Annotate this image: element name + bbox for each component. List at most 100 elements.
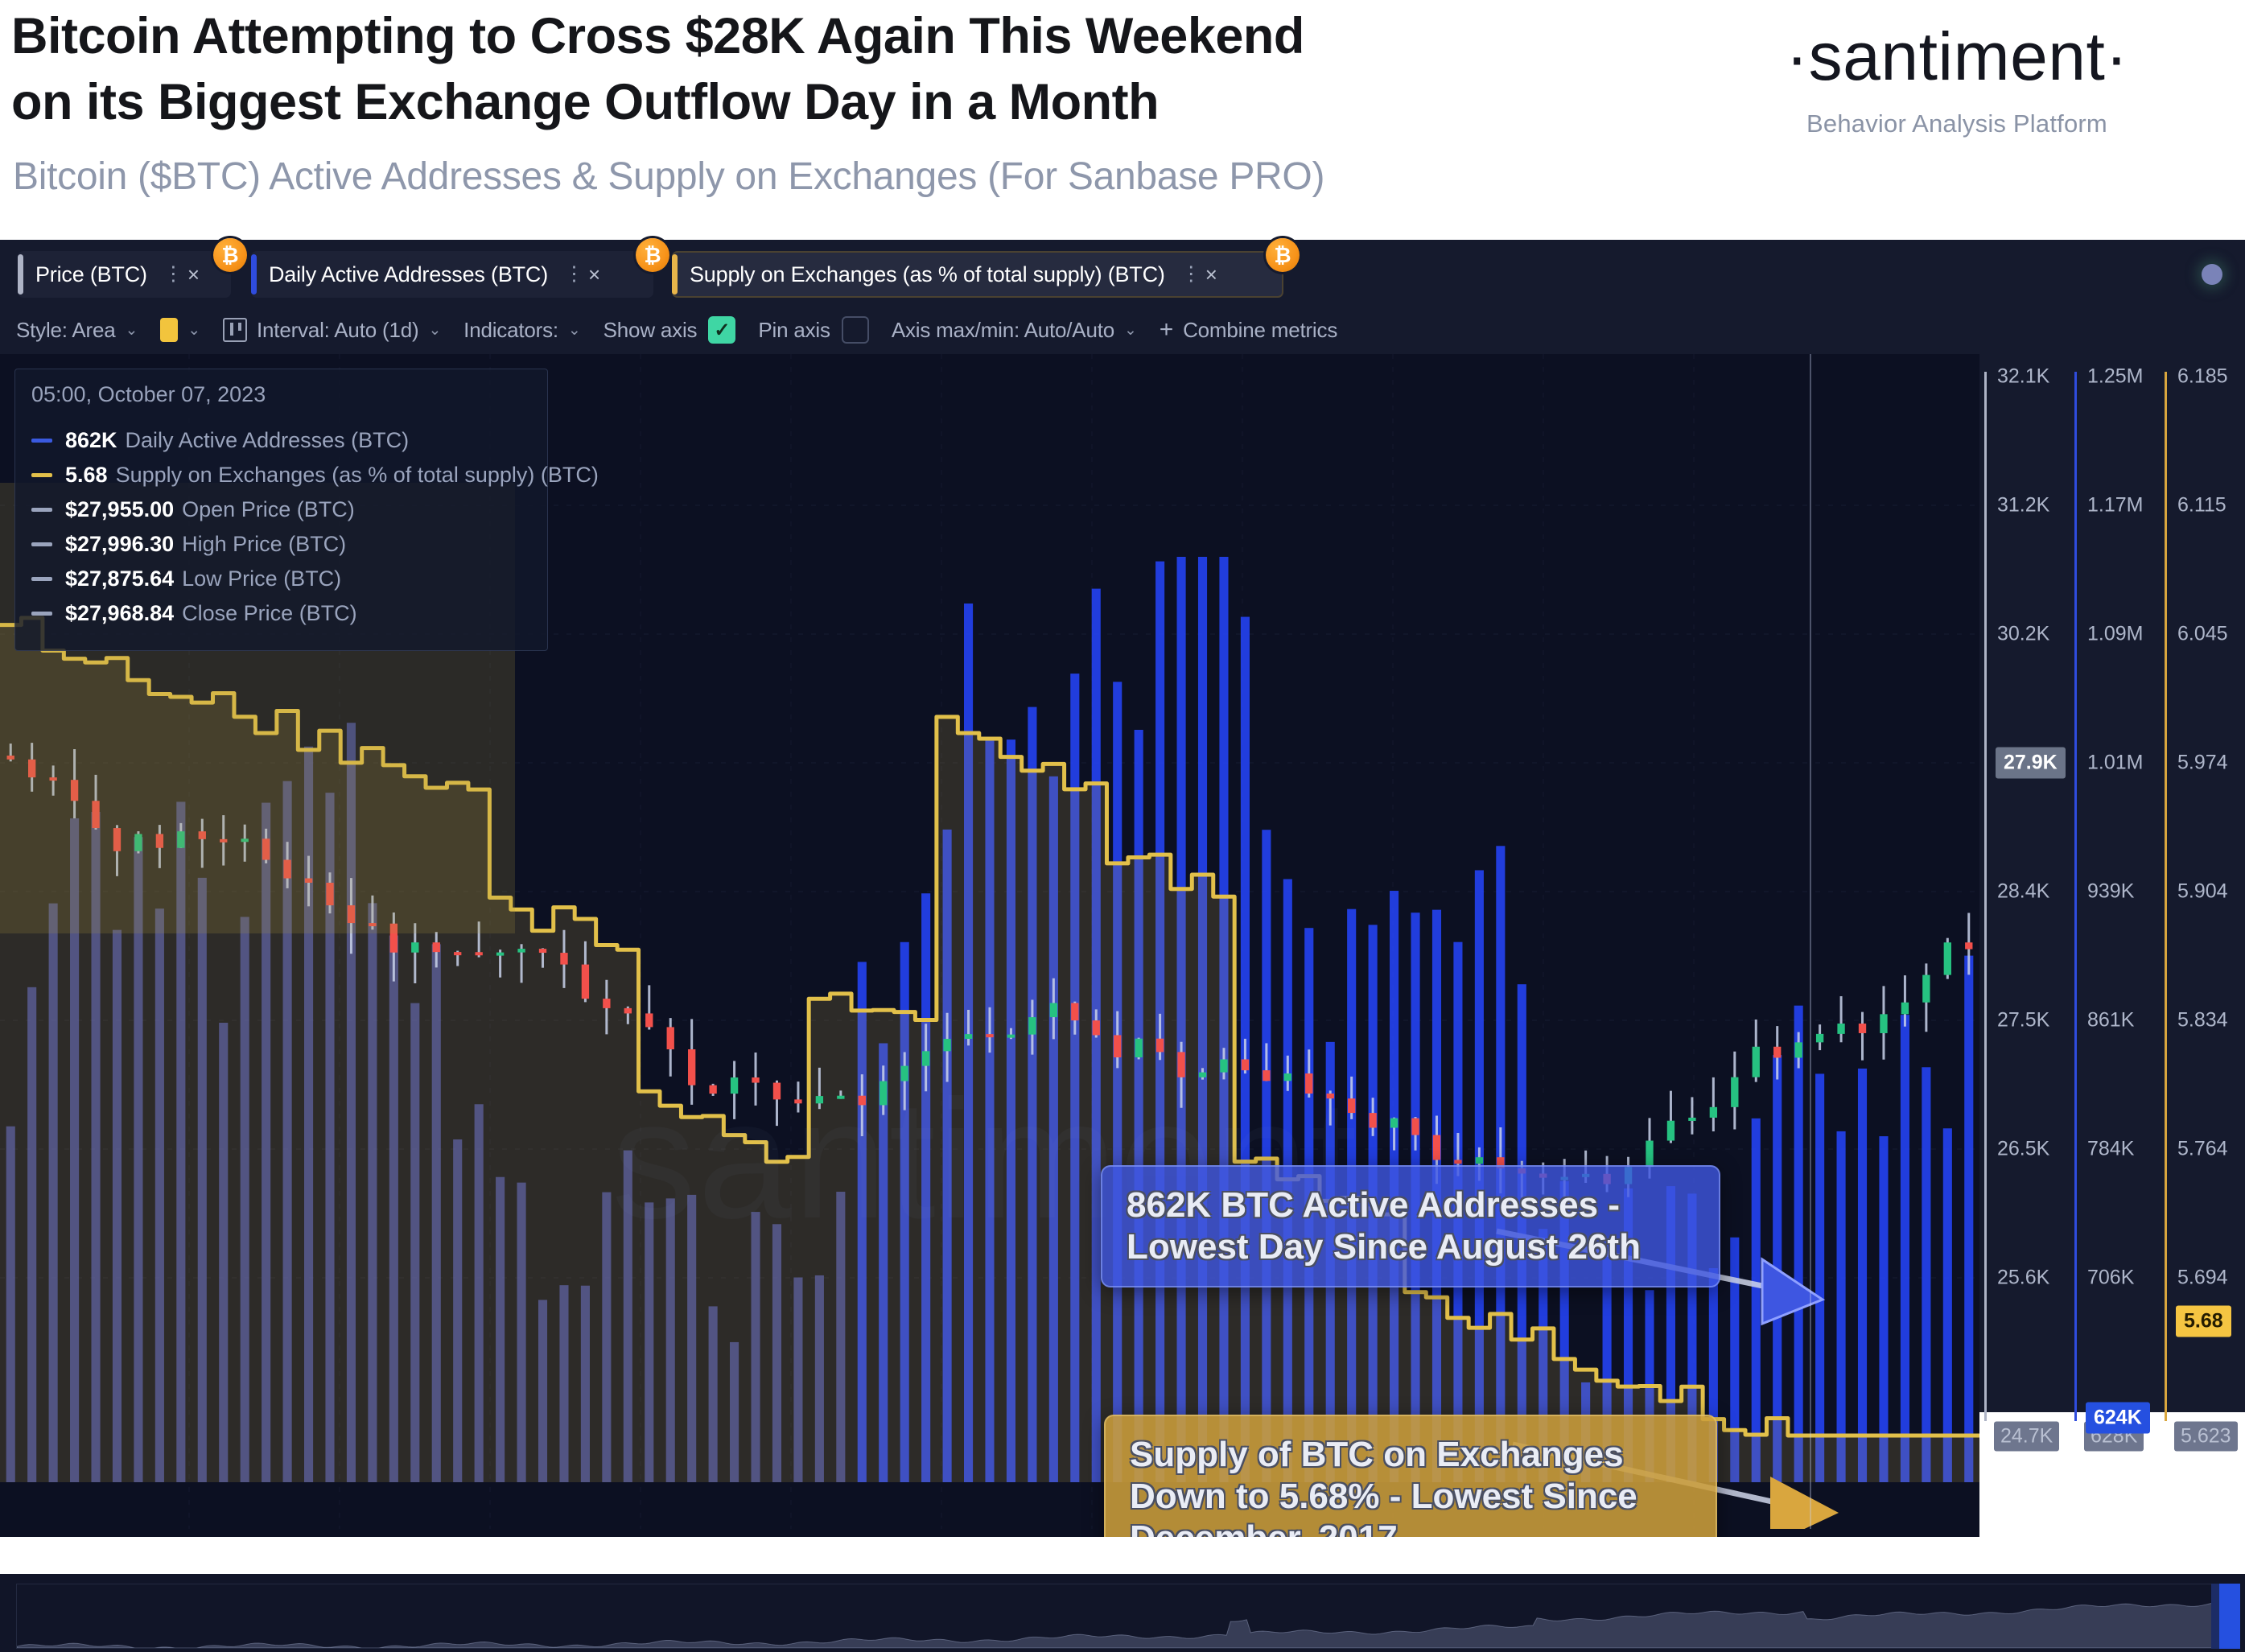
tab-daily-active-addresses[interactable]: Daily Active Addresses (BTC) ⋮ × ₿	[251, 238, 669, 298]
y-axis-3[interactable]: 6.185 6.115 6.045 5.974 5.904 5.834 5.764 5.694…	[2165, 354, 2245, 1537]
y-axis-current-value-badge: 624K	[2086, 1402, 2150, 1434]
y-axis-tick-label: 5.694	[2177, 1266, 2228, 1289]
tab-label: Price (BTC)	[35, 262, 147, 286]
y-axis-tick-label: 5.834	[2177, 1008, 2228, 1032]
tab-accent-bar	[672, 254, 678, 295]
legend-row: $27,875.64 Low Price (BTC)	[31, 566, 531, 591]
legend-value: 5.68	[65, 463, 108, 487]
y-axis-tick-label: 6.185	[2177, 365, 2228, 388]
y-axis-tick-label: 1.25M	[2087, 365, 2144, 388]
chevron-down-icon: ⌄	[187, 321, 201, 339]
navigator-selection[interactable]	[2211, 1584, 2219, 1649]
legend-color-swatch-icon	[31, 473, 52, 477]
y-axis-tick-label: 1.09M	[2087, 622, 2144, 645]
style-selector[interactable]: Style: Area ⌄	[16, 318, 138, 343]
tab-close-icon[interactable]: ×	[187, 262, 200, 287]
legend-value: $27,955.00	[65, 497, 175, 521]
bitcoin-icon: ₿	[636, 238, 669, 272]
bitcoin-icon: ₿	[1266, 238, 1300, 272]
chart-application: Price (BTC) ⋮ × ₿ Daily Active Addresses…	[0, 238, 2245, 1652]
tab-label: Daily Active Addresses (BTC)	[269, 262, 549, 286]
interval-label: Interval: Auto (1d)	[257, 317, 419, 342]
annotation-supply-on-exchanges: Supply of BTC on Exchanges Down to 5.68%…	[1104, 1415, 1717, 1537]
candlestick-icon	[223, 318, 248, 342]
chevron-down-icon: ⌄	[1124, 321, 1137, 339]
y-axis-line	[1984, 372, 1987, 1421]
brand-block: ·santiment· Behavior Analysis Platform	[1699, 23, 2214, 138]
y-axis-line	[2165, 372, 2167, 1421]
legend-metric-name: Open Price (BTC)	[182, 497, 355, 521]
y-axis-tick-label: 1.01M	[2087, 751, 2144, 774]
y-axis-tick-label: 861K	[2087, 1008, 2135, 1032]
pin-axis-toggle[interactable]: Pin axis	[758, 316, 869, 344]
bitcoin-icon: ₿	[213, 238, 247, 272]
page-subtitle: Bitcoin ($BTC) Active Addresses & Supply…	[13, 155, 1325, 198]
y-axis-tick-label: 5.904	[2177, 880, 2228, 903]
tab-menu-icon[interactable]: ⋮	[1181, 264, 1201, 284]
y-axis-tick-label: 25.6K	[1997, 1266, 2050, 1289]
chevron-down-icon: ⌄	[567, 321, 581, 339]
navigator-handle-right[interactable]	[2219, 1584, 2240, 1649]
brand-tagline: Behavior Analysis Platform	[1806, 109, 2107, 138]
y-axis-tick-label: 32.1K	[1997, 365, 2050, 388]
navigator-preview	[16, 1584, 2235, 1649]
color-swatch-icon	[160, 318, 179, 342]
color-selector[interactable]: ⌄	[160, 318, 200, 342]
y-axis-current-value-badge: 5.68	[2176, 1305, 2231, 1337]
y-axis-tick-label: 26.5K	[1997, 1137, 2050, 1160]
chevron-down-icon: ⌄	[125, 321, 138, 339]
tab-menu-icon[interactable]: ⋮	[163, 264, 183, 284]
metric-tab-strip: Price (BTC) ⋮ × ₿ Daily Active Addresses…	[0, 238, 2245, 306]
y-axis-tick-label: 5.974	[2177, 751, 2228, 774]
y-axis-tick-label: 5.764	[2177, 1137, 2228, 1160]
navigator-sparkline	[17, 1601, 2235, 1648]
y-axis-base-label: 24.7K	[1994, 1421, 2060, 1452]
y-axis-line	[2074, 372, 2077, 1421]
axis-minmax-label: Axis max/min: Auto/Auto	[891, 317, 1114, 342]
santiment-logo: ·santiment·	[1786, 19, 2128, 94]
tab-menu-icon[interactable]: ⋮	[564, 264, 584, 284]
checkbox-checked-icon[interactable]: ✓	[708, 316, 736, 344]
legend-row: 862K Daily Active Addresses (BTC)	[31, 428, 531, 453]
tab-supply-on-exchanges[interactable]: Supply on Exchanges (as % of total suppl…	[672, 238, 1300, 298]
legend-row: 5.68 Supply on Exchanges (as % of total s…	[31, 463, 599, 488]
tab-close-icon[interactable]: ×	[1205, 262, 1217, 287]
headline-line-2: on its Biggest Exchange Outflow Day in a…	[11, 74, 1160, 130]
tab-price-btc[interactable]: Price (BTC) ⋮ × ₿	[18, 238, 247, 298]
y-axis-tick-label: 1.17M	[2087, 493, 2144, 517]
range-navigator[interactable]	[0, 1574, 2245, 1652]
checkbox-unchecked-icon[interactable]	[841, 316, 869, 344]
plus-icon: +	[1159, 316, 1174, 343]
y-axis-1[interactable]: 32.1K31.2K30.2K29.3K28.4K27.5K26.5K25.6K…	[1984, 354, 2073, 1537]
tab-label: Supply on Exchanges (as % of total suppl…	[690, 262, 1165, 286]
legend-value: $27,875.64	[65, 566, 175, 591]
legend-metric-name: Daily Active Addresses (BTC)	[125, 428, 410, 452]
axis-minmax-selector[interactable]: Axis max/min: Auto/Auto ⌄	[892, 318, 1137, 343]
legend-metric-name: Low Price (BTC)	[182, 566, 342, 591]
indicators-label: Indicators:	[463, 317, 558, 342]
y-axis-tick-label: 939K	[2087, 880, 2135, 903]
annotation-line-1: 862K BTC Active Addresses -	[1127, 1185, 1620, 1225]
interval-selector[interactable]: Interval: Auto (1d) ⌄	[223, 318, 441, 343]
indicators-selector[interactable]: Indicators: ⌄	[463, 317, 581, 343]
combine-metrics-label: Combine metrics	[1183, 317, 1338, 342]
y-axis-tick-label: 31.2K	[1997, 493, 2050, 517]
legend-row: $27,968.84 Close Price (BTC)	[31, 601, 531, 626]
chart-canvas[interactable]: santiment 05:00, October 07, 2023 862KDa…	[0, 354, 1979, 1537]
headline-line-1: Bitcoin Attempting to Cross $28K Again T…	[11, 8, 1304, 64]
y-axis-tick-label: 706K	[2087, 1266, 2135, 1289]
combine-metrics-button[interactable]: + Combine metrics	[1159, 316, 1338, 344]
legend-metric-name: Close Price (BTC)	[182, 601, 357, 625]
show-axis-toggle[interactable]: Show axis ✓	[603, 316, 736, 344]
legend-metric-name: Supply on Exchanges (as % of total suppl…	[115, 463, 599, 487]
y-axis-tick-label: 27.5K	[1997, 1008, 2050, 1032]
y-axis-2[interactable]: 1.25M 1.17M 1.09M 1.01M 939K 861K 784K 706K 628K…	[2074, 354, 2163, 1537]
y-axis-tick-label: 6.115	[2177, 493, 2226, 517]
title-block: Bitcoin Attempting to Cross $28K Again T…	[11, 11, 1709, 128]
y-axis-current-value-badge: 27.9K	[1996, 747, 2066, 779]
legend-color-swatch-icon	[31, 439, 52, 443]
style-label: Style: Area	[16, 317, 116, 342]
chevron-down-icon: ⌄	[428, 321, 442, 339]
legend-color-swatch-icon	[31, 577, 52, 581]
tab-close-icon[interactable]: ×	[588, 262, 600, 287]
